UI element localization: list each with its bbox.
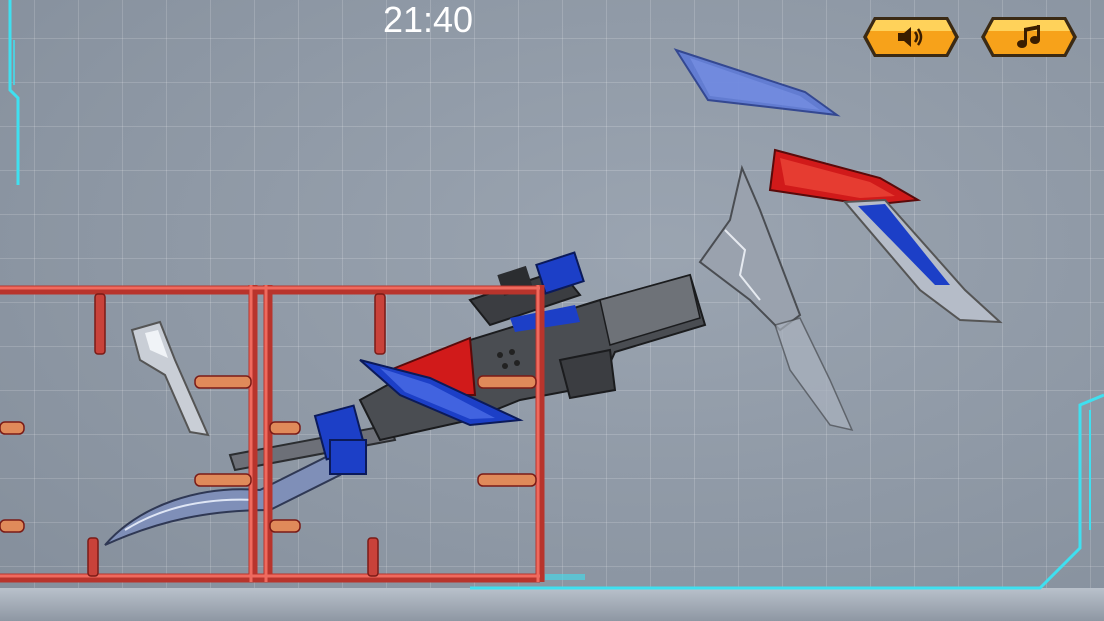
sound-button[interactable]: [862, 16, 960, 58]
sprue-frame: [0, 285, 545, 583]
game-stage: 21:40: [0, 0, 1104, 621]
countdown-timer: 21:40: [382, 0, 474, 40]
music-note-icon: [980, 16, 1078, 58]
music-button[interactable]: [980, 16, 1078, 58]
speaker-icon: [862, 16, 960, 58]
